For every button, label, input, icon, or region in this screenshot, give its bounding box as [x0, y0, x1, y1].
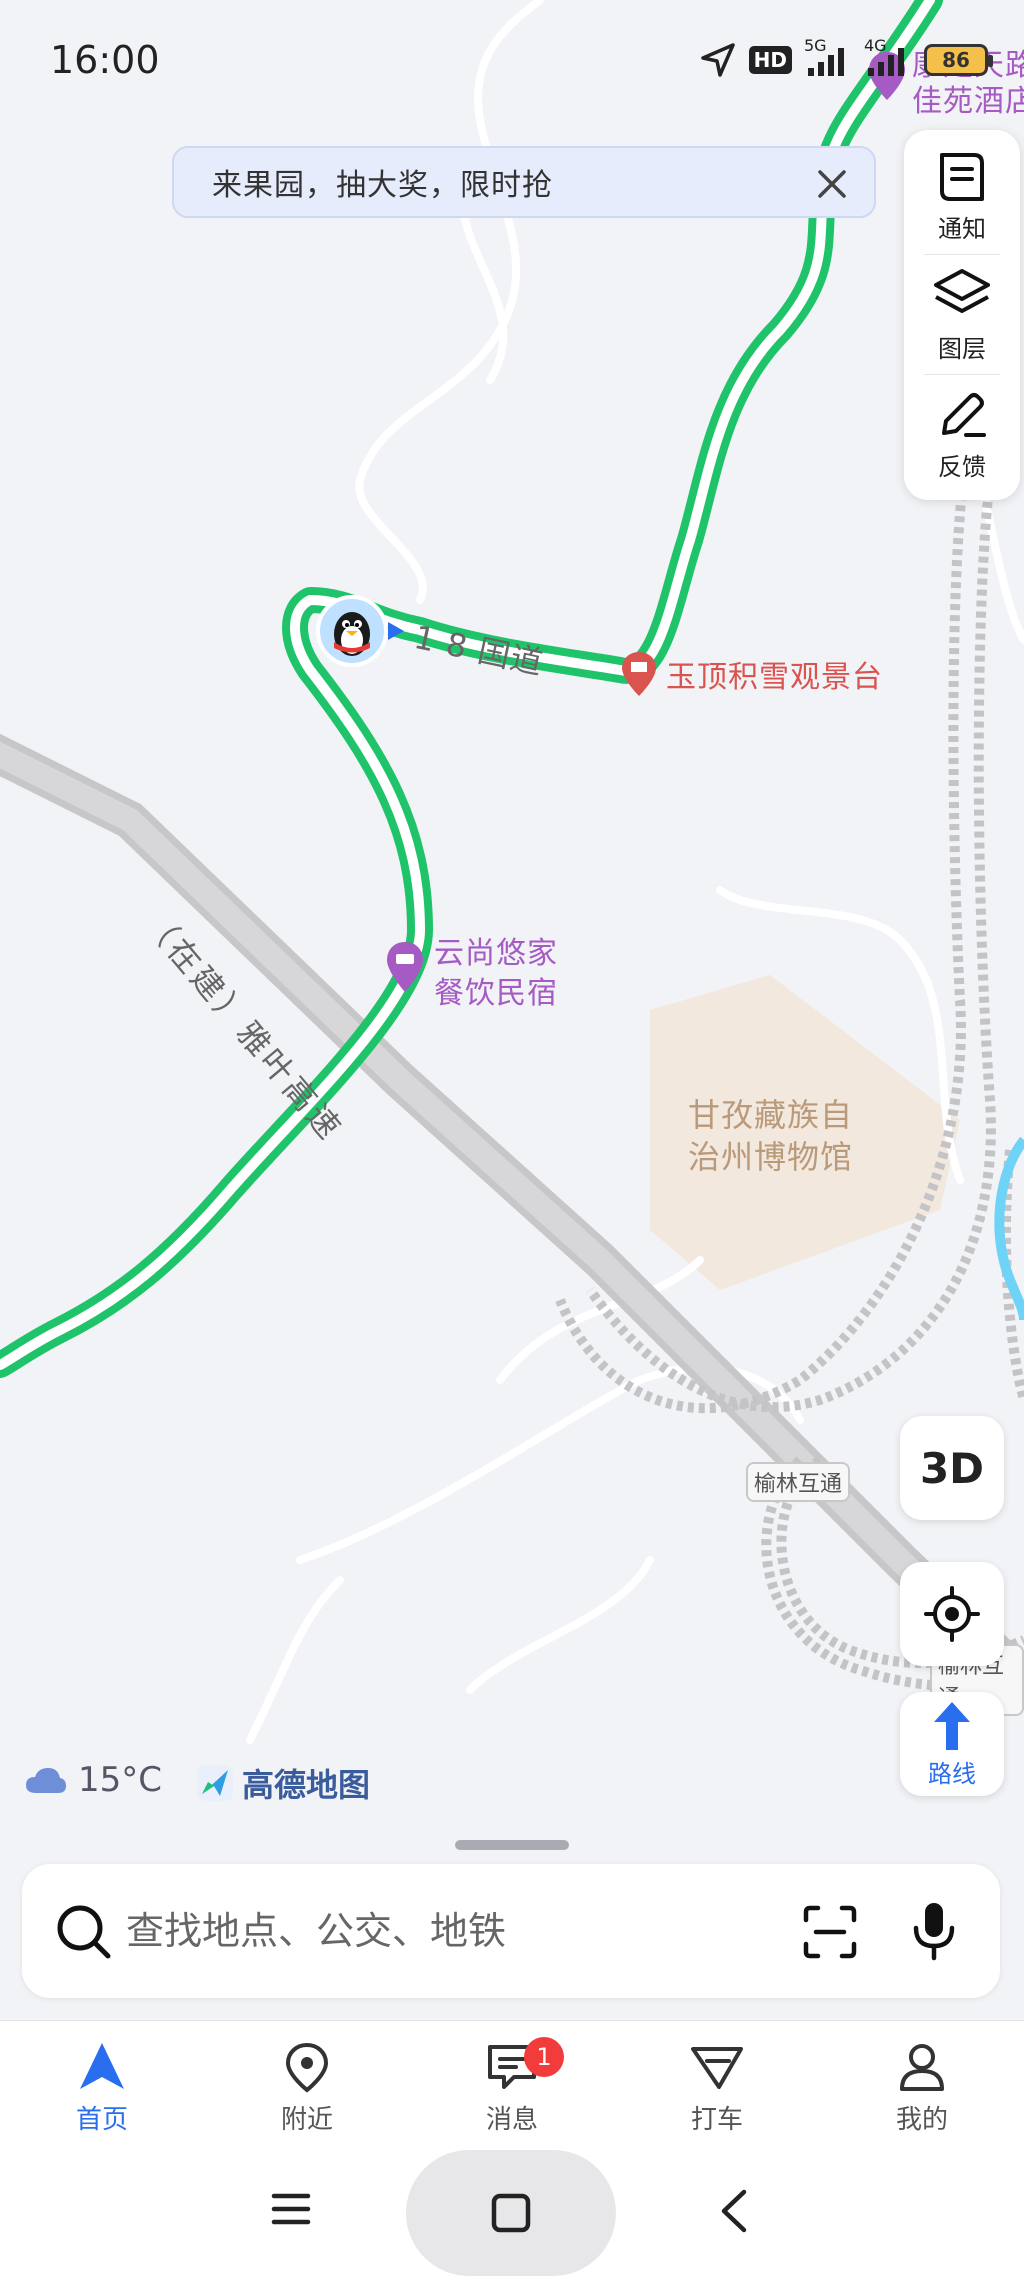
person-icon [900, 2044, 944, 2091]
notice-button[interactable]: 通知 [904, 138, 1020, 256]
status-icons: HD 5G 4G 86 [699, 36, 993, 80]
map-side-panel: 通知 图层 反馈 [904, 130, 1020, 500]
location-arrow-icon [699, 42, 737, 78]
tab-profile-label: 我的 [895, 2105, 948, 2135]
hd-icon: HD [748, 42, 792, 78]
3d-toggle-button[interactable]: 3D [900, 1416, 1004, 1520]
feedback-label: 反馈 [938, 452, 986, 481]
location-pin-icon [285, 2042, 329, 2093]
viewpoint-pin-icon [622, 652, 656, 696]
crosshair-icon [924, 1586, 980, 1642]
feedback-button[interactable]: 反馈 [904, 376, 1020, 494]
battery-icon: 86 [924, 42, 993, 78]
weather-widget[interactable]: 15°C [24, 1760, 162, 1800]
search-input[interactable] [126, 1894, 766, 1968]
bottom-tab-bar: 首页 附近 1 消息 打车 我的 [0, 2020, 1024, 2150]
pencil-icon [942, 392, 986, 437]
interchange-label-1: 榆林互通 [746, 1462, 851, 1502]
scan-icon[interactable] [802, 1904, 858, 1964]
layers-label: 图层 [938, 334, 986, 363]
poi-homestay-name-2: 餐饮民宿 [434, 976, 558, 1011]
tab-nearby-label: 附近 [280, 2105, 333, 2135]
layers-icon [934, 268, 990, 313]
side-divider [924, 254, 1000, 255]
current-location-marker[interactable] [316, 594, 404, 668]
sheet-drag-handle[interactable] [455, 1840, 569, 1850]
museum-name-2: 治州博物馆 [688, 1138, 854, 1176]
poi-homestay-name-1: 云尚悠家 [434, 936, 558, 971]
tab-profile[interactable]: 我的 [852, 2041, 992, 2151]
route-arrow-icon [934, 1701, 970, 1750]
notice-label: 通知 [938, 214, 986, 243]
museum-name-1: 甘孜藏族自 [688, 1096, 854, 1134]
back-icon[interactable] [716, 2188, 752, 2238]
message-badge: 1 [524, 2037, 564, 2077]
tab-messages[interactable]: 1 消息 [442, 2037, 582, 2151]
system-navigation-bar [0, 2150, 1024, 2276]
tab-home[interactable]: 首页 [32, 2041, 172, 2151]
close-icon[interactable] [812, 164, 852, 204]
locate-me-button[interactable] [900, 1562, 1004, 1666]
tab-messages-label: 消息 [485, 2105, 538, 2135]
search-icon [54, 1902, 114, 1966]
taxi-icon [691, 2047, 743, 2089]
homestay-pin-icon [387, 942, 423, 992]
microphone-icon[interactable] [910, 1900, 958, 1966]
status-time: 16:00 [50, 38, 160, 82]
side-divider [924, 374, 1000, 375]
tab-taxi[interactable]: 打车 [647, 2041, 787, 2151]
poi-viewpoint[interactable]: 玉顶积雪观景台 [620, 650, 882, 702]
layers-button[interactable]: 图层 [904, 256, 1020, 374]
home-button[interactable] [406, 2150, 616, 2276]
signal-4g-icon: 4G [864, 36, 912, 78]
promo-text: 来果园，抽大奖，限时抢 [212, 168, 553, 203]
promo-banner[interactable]: 来果园，抽大奖，限时抢 [172, 146, 876, 218]
tab-home-label: 首页 [75, 2105, 128, 2135]
navigation-arrow-icon [80, 2043, 124, 2089]
square-icon [491, 2193, 531, 2233]
amap-logo-icon [197, 1765, 233, 1801]
menu-icon[interactable] [270, 2188, 312, 2234]
brand-logo: 高德地图 [196, 1760, 370, 1806]
signal-5g-icon: 5G [804, 36, 852, 78]
cloud-icon [26, 1768, 66, 1793]
search-bar[interactable] [22, 1864, 1000, 1998]
brand-name: 高德地图 [242, 1766, 371, 1804]
temperature: 15°C [78, 1760, 163, 1800]
river [994, 1136, 1024, 1321]
tab-taxi-label: 打车 [690, 2105, 743, 2135]
notice-icon [940, 152, 984, 201]
status-bar: 16:00 HD 5G 4G 86 [0, 0, 1024, 120]
route-button[interactable]: 路线 [900, 1692, 1004, 1796]
map-canvas[interactable]: 康定天路 佳苑酒店 1 8 国道 玉顶积雪观景台 云尚悠家 餐饮民宿 （在建）雅… [0, 0, 1024, 1860]
route-label: 路线 [928, 1759, 976, 1788]
poi-viewpoint-name: 玉顶积雪观景台 [666, 660, 883, 695]
tab-nearby[interactable]: 附近 [237, 2041, 377, 2151]
